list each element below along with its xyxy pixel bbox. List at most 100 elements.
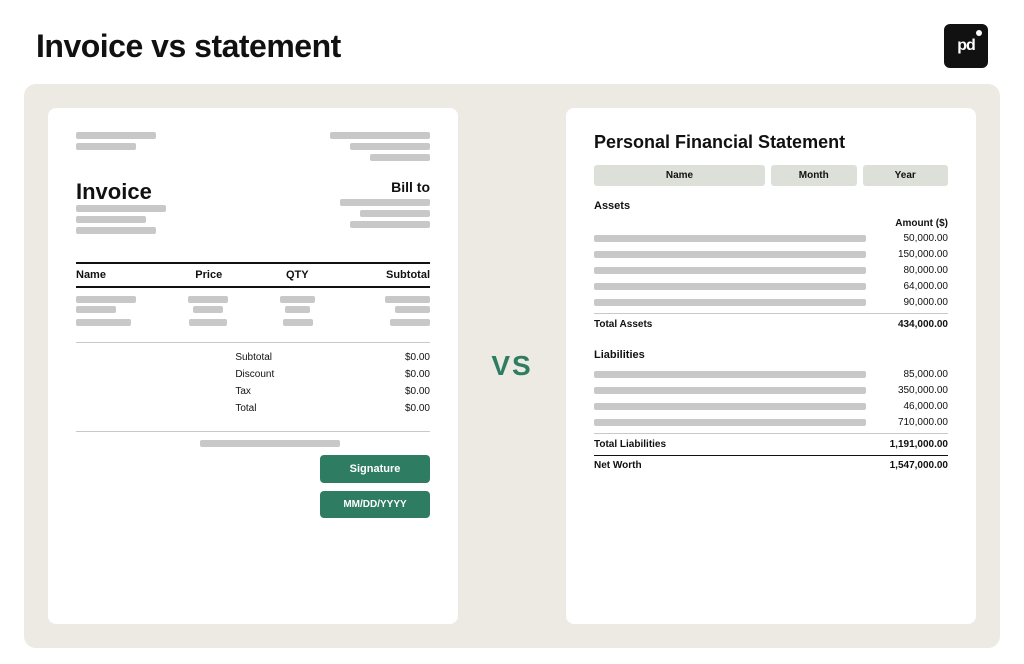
row-cell	[255, 296, 341, 313]
asset-row-5: 90,000.00	[594, 297, 948, 308]
deco-line	[76, 319, 131, 326]
liabilities-label: Liabilities	[594, 349, 948, 361]
bill-to-lines	[340, 199, 430, 228]
asset-amount-5: 90,000.00	[878, 297, 948, 308]
subtotal-value: $0.00	[405, 352, 430, 363]
table-row	[76, 296, 430, 313]
date-button[interactable]: MM/DD/YYYY	[320, 491, 430, 518]
total-liabilities-value: 1,191,000.00	[890, 439, 948, 450]
asset-line	[594, 251, 866, 258]
col-qty: QTY	[253, 269, 342, 281]
page-title: Invoice vs statement	[36, 28, 341, 65]
liability-line	[594, 403, 866, 410]
deco-line	[76, 216, 146, 223]
deco-line	[283, 319, 313, 326]
liability-row-4: 710,000.00	[594, 417, 948, 428]
asset-amount-2: 150,000.00	[878, 249, 948, 260]
liability-amount-3: 46,000.00	[878, 401, 948, 412]
liability-line	[594, 371, 866, 378]
deco-line	[76, 143, 136, 150]
deco-line	[395, 306, 430, 313]
invoice-table-header: Name Price QTY Subtotal	[76, 262, 430, 288]
deco-line	[285, 306, 310, 313]
total-value: $0.00	[405, 403, 430, 414]
invoice-card: Invoice Bill to Name Price QTY Sub	[48, 108, 458, 624]
liability-row-2: 350,000.00	[594, 385, 948, 396]
liability-amount-1: 85,000.00	[878, 369, 948, 380]
deco-line	[76, 227, 156, 234]
invoice-title-row: Invoice Bill to	[76, 179, 430, 250]
totals-row-total: Total $0.00	[235, 402, 430, 415]
invoice-details-left	[76, 205, 121, 234]
table-row	[76, 319, 430, 326]
tax-value: $0.00	[405, 386, 430, 397]
row-cell	[166, 296, 252, 313]
asset-row-2: 150,000.00	[594, 249, 948, 260]
divider	[76, 431, 430, 432]
net-worth-value: 1,547,000.00	[890, 460, 948, 471]
col-subtotal: Subtotal	[342, 269, 431, 281]
bill-to-group: Bill to	[340, 179, 430, 228]
statement-title: Personal Financial Statement	[594, 132, 948, 153]
asset-row-1: 50,000.00	[594, 233, 948, 244]
deco-line	[193, 306, 223, 313]
deco-line	[76, 306, 116, 313]
totals-row-subtotal: Subtotal $0.00	[235, 351, 430, 364]
total-label: Total	[235, 403, 256, 414]
deco-line	[76, 205, 166, 212]
deco-line	[390, 319, 430, 326]
vs-separator: VS	[482, 108, 542, 624]
tax-label: Tax	[235, 386, 251, 397]
deco-line	[188, 296, 228, 303]
invoice-header-decoration	[76, 132, 430, 161]
logo-text: pd	[957, 37, 975, 55]
statement-card: Personal Financial Statement Name Month …	[566, 108, 976, 624]
statement-fields-row: Name Month Year	[594, 165, 948, 186]
invoice-totals: Subtotal $0.00 Discount $0.00 Tax $0.00 …	[235, 351, 430, 415]
name-field[interactable]: Name	[594, 165, 765, 186]
deco-line	[370, 154, 430, 161]
sig-line-row	[200, 440, 430, 447]
asset-row-4: 64,000.00	[594, 281, 948, 292]
row-cell	[255, 319, 341, 326]
asset-row-3: 80,000.00	[594, 265, 948, 276]
deco-line	[189, 319, 227, 326]
deco-line	[330, 132, 430, 139]
row-cell	[345, 296, 431, 313]
deco-line	[200, 440, 340, 447]
month-field[interactable]: Month	[771, 165, 857, 186]
liability-amount-4: 710,000.00	[878, 417, 948, 428]
invoice-table-rows	[76, 296, 430, 326]
signature-button[interactable]: Signature	[320, 455, 430, 483]
liability-amount-2: 350,000.00	[878, 385, 948, 396]
total-liabilities-row: Total Liabilities 1,191,000.00	[594, 433, 948, 455]
liabilities-section: Liabilities 85,000.00 350,000.00 46,000.…	[594, 349, 948, 475]
deco-line	[350, 221, 430, 228]
row-cell	[345, 319, 431, 326]
invoice-title-group: Invoice	[76, 179, 166, 250]
asset-line	[594, 283, 866, 290]
totals-row-tax: Tax $0.00	[235, 385, 430, 398]
deco-line	[360, 210, 430, 217]
assets-label: Assets	[594, 200, 948, 212]
page-header: Invoice vs statement pd	[0, 0, 1024, 84]
assets-section: Assets Amount ($) 50,000.00 150,000.00 8…	[594, 200, 948, 335]
row-cell	[166, 319, 252, 326]
divider	[76, 342, 430, 343]
net-worth-label: Net Worth	[594, 460, 642, 471]
col-price: Price	[165, 269, 254, 281]
deco-line	[76, 296, 136, 303]
asset-amount-3: 80,000.00	[878, 265, 948, 276]
asset-line	[594, 299, 866, 306]
deco-line	[280, 296, 315, 303]
row-cell	[76, 319, 162, 326]
liability-line	[594, 419, 866, 426]
asset-line	[594, 235, 866, 242]
invoice-title: Invoice	[76, 179, 166, 205]
year-field[interactable]: Year	[863, 165, 949, 186]
invoice-header-left-lines	[76, 132, 156, 161]
liability-line	[594, 387, 866, 394]
total-assets-row: Total Assets 434,000.00	[594, 313, 948, 335]
asset-amount-1: 50,000.00	[878, 233, 948, 244]
subtotal-label: Subtotal	[235, 352, 272, 363]
